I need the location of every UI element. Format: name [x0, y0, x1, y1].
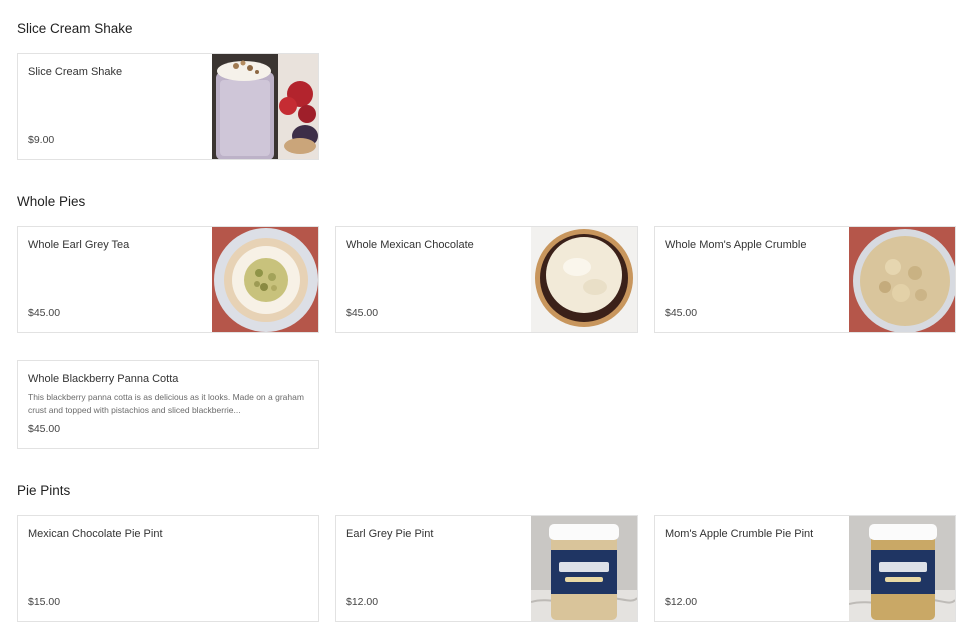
menu-item-card[interactable]: Whole Blackberry Panna Cotta This blackb… — [17, 360, 319, 449]
item-name: Whole Earl Grey Tea — [28, 239, 130, 251]
item-photo — [212, 54, 318, 159]
menu-item-card[interactable]: Mom's Apple Crumble Pie Pint $12.00 — [654, 515, 956, 622]
item-description: This blackberry panna cotta is as delici… — [28, 392, 304, 415]
item-price: $9.00 — [28, 134, 55, 146]
menu-item-card[interactable]: Mexican Chocolate Pie Pint $15.00 — [17, 515, 319, 622]
item-photo — [849, 516, 955, 621]
menu-item-card[interactable]: Whole Mom's Apple Crumble $45.00 — [654, 226, 956, 333]
item-name: Mom's Apple Crumble Pie Pint — [665, 528, 814, 540]
item-photo — [531, 516, 637, 621]
item-price: $12.00 — [346, 596, 379, 608]
menu-item-card[interactable]: Whole Earl Grey Tea $45.00 — [17, 226, 319, 333]
section-title-whole-pies: Whole Pies — [17, 194, 86, 209]
item-price: $45.00 — [665, 307, 698, 319]
item-price: $12.00 — [665, 596, 698, 608]
item-name: Slice Cream Shake — [28, 66, 123, 78]
menu-item-card[interactable]: Whole Mexican Chocolate $45.00 — [335, 226, 638, 333]
menu-item-card[interactable]: Earl Grey Pie Pint $12.00 — [335, 515, 638, 622]
item-price: $45.00 — [28, 423, 61, 435]
item-price: $45.00 — [28, 307, 61, 319]
menu-item-card[interactable]: Slice Cream Shake $9.00 — [17, 53, 319, 160]
section-title-slice-cream-shake: Slice Cream Shake — [17, 21, 133, 36]
item-name: Whole Mexican Chocolate — [346, 239, 474, 251]
item-name: Whole Blackberry Panna Cotta — [28, 373, 179, 385]
item-name: Whole Mom's Apple Crumble — [665, 239, 807, 251]
item-photo — [849, 227, 955, 332]
item-name: Earl Grey Pie Pint — [346, 528, 434, 540]
item-photo — [212, 227, 318, 332]
section-title-pie-pints: Pie Pints — [17, 483, 71, 498]
item-photo — [531, 227, 637, 332]
item-price: $45.00 — [346, 307, 379, 319]
item-price: $15.00 — [28, 596, 61, 608]
item-name: Mexican Chocolate Pie Pint — [28, 528, 163, 540]
